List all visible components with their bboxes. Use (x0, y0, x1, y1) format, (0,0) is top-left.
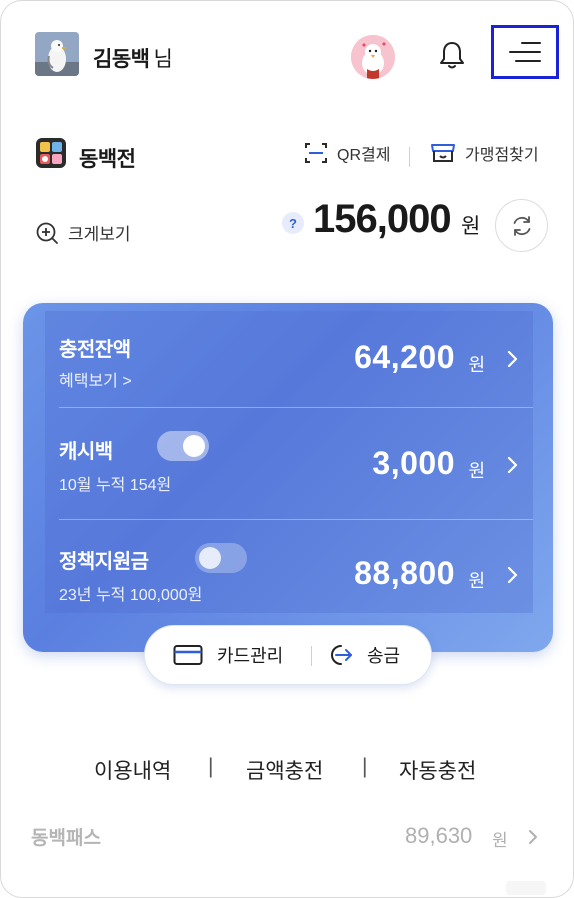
bottom-fade (506, 881, 546, 895)
cashback-title: 캐시백 (59, 441, 113, 463)
qr-payment-button[interactable]: QR결제 (303, 141, 390, 165)
pass-label: 동백패스 (31, 828, 101, 849)
tab-charge[interactable]: 금액충전 (246, 755, 323, 785)
help-button[interactable]: ? (282, 212, 304, 234)
chevron-right-icon (507, 350, 518, 368)
policy-support-sub: 23년 누적 100,000원 (59, 587, 203, 604)
mascot-avatar[interactable] (351, 35, 395, 79)
card-divider (59, 407, 533, 408)
chevron-right-icon (507, 456, 518, 474)
cashback-unit: 원 (468, 461, 485, 481)
cashback-toggle[interactable] (157, 431, 209, 461)
policy-support-unit: 원 (468, 571, 485, 591)
tab-separator: | (208, 755, 214, 778)
send-arrow-icon (331, 645, 352, 665)
total-balance: 156,000 (313, 197, 452, 241)
send-money-label: 송금 (367, 646, 401, 666)
wallet-header: 동백전 QR결제 가맹점찾기 (1, 131, 573, 179)
policy-support-title: 정책지원금 (59, 551, 149, 573)
card-manage-label: 카드관리 (217, 646, 284, 666)
bell-icon (440, 42, 464, 69)
total-balance-unit: 원 (461, 215, 481, 238)
divider (409, 147, 410, 167)
charge-balance-unit: 원 (468, 355, 485, 375)
charge-balance-row[interactable]: 충전잔액 혜택보기 > 64,200 원 (45, 311, 533, 411)
hamburger-menu-icon (509, 42, 541, 62)
policy-support-row[interactable]: 정책지원금 23년 누적 100,000원 88,800 원 (45, 525, 533, 625)
divider (311, 646, 312, 666)
balance-card: 충전잔액 혜택보기 > 64,200 원 캐시백 10월 누적 154원 3,0… (23, 303, 553, 652)
dongbaek-logo-icon (35, 137, 67, 169)
policy-support-toggle[interactable] (195, 543, 247, 573)
card-divider (59, 519, 533, 520)
toggle-knob (183, 435, 205, 457)
seagull-photo-icon (35, 32, 79, 76)
tab-separator: | (362, 755, 368, 778)
chevron-right-icon (507, 566, 518, 584)
user-avatar[interactable] (35, 32, 79, 76)
find-store-button[interactable]: 가맹점찾기 (429, 141, 539, 165)
dongbaek-pass-row[interactable]: 동백패스 89,630 원 (1, 823, 573, 853)
cashback-amount: 3,000 (372, 445, 455, 481)
notification-bell-button[interactable] (437, 39, 467, 71)
find-store-label: 가맹점찾기 (465, 147, 539, 164)
menu-button[interactable] (491, 25, 559, 79)
refresh-icon (513, 215, 530, 236)
username-text: 김동백 님 (93, 43, 173, 73)
honorific: 님 (153, 48, 173, 71)
store-icon (431, 144, 455, 162)
cashback-row[interactable]: 캐시백 10월 누적 154원 3,000 원 (45, 413, 533, 513)
username: 김동백 (93, 48, 150, 71)
zoom-view-button[interactable]: 크게보기 (35, 220, 131, 245)
charge-balance-title: 충전잔액 (59, 339, 131, 361)
refresh-button[interactable] (495, 199, 548, 252)
action-tabs: 이용내역 | 금액충전 | 자동충전 (1, 755, 573, 785)
card-actions-pill: 카드관리 송금 (144, 625, 432, 685)
card-manage-button[interactable]: 카드관리 (173, 642, 283, 668)
tab-auto-charge[interactable]: 자동충전 (399, 755, 476, 785)
mascot-icon (351, 35, 395, 79)
toggle-knob (199, 547, 221, 569)
benefits-link[interactable]: 혜택보기 > (59, 367, 132, 391)
credit-card-icon (173, 645, 203, 665)
wallet-title: 동백전 (79, 148, 136, 171)
qr-scan-icon (305, 143, 327, 163)
cashback-sub: 10월 누적 154원 (59, 477, 172, 494)
pass-unit: 원 (492, 831, 508, 850)
zoom-view-label: 크게보기 (68, 225, 131, 244)
zoom-in-icon (36, 222, 58, 244)
send-money-button[interactable]: 송금 (327, 642, 400, 668)
header: 김동백 님 (1, 1, 573, 111)
charge-balance-amount: 64,200 (354, 339, 455, 375)
qr-payment-label: QR결제 (337, 147, 391, 164)
app-frame: 김동백 님 동백전 QR결제 가맹점찾기 크게보기 ? 156,000 원 충전… (0, 0, 574, 898)
tab-history[interactable]: 이용내역 (94, 755, 171, 785)
chevron-right-icon (529, 830, 537, 844)
pass-amount: 89,630 (405, 823, 473, 848)
policy-support-amount: 88,800 (354, 555, 455, 591)
